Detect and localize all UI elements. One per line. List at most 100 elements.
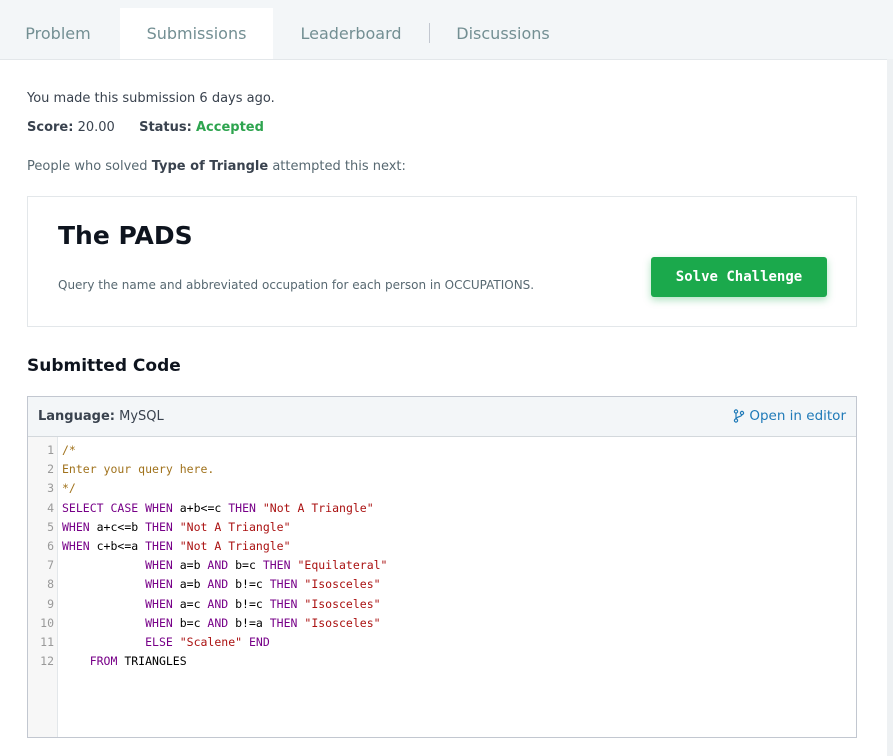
code-viewer: Language: MySQL Open in editor 123456789… — [27, 396, 857, 738]
code-line: Enter your query here. — [62, 460, 214, 479]
line-number: 7 — [47, 558, 54, 573]
code-line: WHEN a+c<=b THEN "Not A Triangle" — [62, 518, 291, 537]
code-token-keyword: WHEN — [145, 558, 173, 573]
line-number: 12 — [40, 654, 54, 669]
git-branch-icon — [734, 409, 745, 423]
next-attempt-text: People who solved Type of Triangle attem… — [27, 159, 406, 174]
code-token-string: "Not A Triangle" — [179, 539, 291, 553]
code-token-keyword: WHEN — [145, 615, 173, 630]
next-challenge-title[interactable]: The PADS — [58, 221, 193, 250]
code-line: */ — [62, 479, 76, 498]
code-token-string: "Isosceles" — [304, 596, 381, 611]
line-number: 1 — [47, 443, 54, 457]
code-token-keyword: FROM — [89, 654, 118, 669]
code-token-keyword: AND — [207, 577, 229, 592]
code-token-string: "Equilateral" — [297, 558, 388, 573]
code-token-plain: a+b<=c — [172, 500, 229, 515]
score-value: 20.00 — [77, 120, 115, 135]
line-number: 4 — [47, 500, 54, 515]
code-token-keyword: THEN — [269, 596, 298, 611]
code-token-string: "Not A Triangle" — [262, 500, 374, 515]
code-token-keyword: THEN — [145, 539, 173, 553]
tab-divider — [429, 23, 430, 43]
code-token-keyword: AND — [207, 615, 229, 630]
code-token-string: "Scalene" — [179, 635, 243, 649]
code-token-keyword: THEN — [228, 500, 256, 515]
code-token-plain: a+c<=b — [89, 519, 146, 534]
line-number: 6 — [47, 539, 54, 553]
code-token-keyword: SELECT — [62, 500, 104, 515]
solved-challenge-name[interactable]: Type of Triangle — [152, 159, 268, 174]
code-token-plain: c+b<=a — [89, 539, 146, 553]
code-token-plain: a=c — [172, 596, 208, 611]
next-attempt-suffix: attempted this next: — [268, 159, 406, 174]
solve-challenge-button[interactable]: Solve Challenge — [651, 257, 827, 297]
tab-submissions[interactable]: Submissions — [120, 8, 273, 59]
score-status-row: Score: 20.00 Status: Accepted — [27, 120, 264, 135]
code-token-keyword: WHEN — [62, 519, 90, 534]
tab-leaderboard[interactable]: Leaderboard — [283, 8, 419, 59]
language-value: MySQL — [119, 409, 164, 424]
code-line: WHEN a=b AND b=c THEN "Equilateral" — [62, 556, 387, 575]
code-token-keyword: THEN — [269, 577, 298, 592]
code-line: WHEN c+b<=a THEN "Not A Triangle" — [62, 537, 291, 556]
code-token-keyword: WHEN — [62, 539, 90, 553]
code-token-string: "Isosceles" — [304, 615, 381, 630]
code-token-string: "Not A Triangle" — [179, 519, 291, 534]
line-number: 10 — [40, 615, 54, 630]
submitted-code-title: Submitted Code — [27, 356, 181, 376]
next-attempt-prefix: People who solved — [27, 159, 152, 174]
code-content[interactable]: /* Enter your query here. */ SELECT CASE WH… — [58, 437, 856, 737]
line-number-gutter: 1 2 3 4 5 6 7 8 9 10 11 12 — [28, 437, 58, 737]
tab-bar: Problem Submissions Leaderboard Discussi… — [0, 0, 893, 59]
open-in-editor-link[interactable]: Open in editor — [733, 408, 846, 424]
code-token-comment: Enter your query here. — [62, 462, 215, 477]
line-number: 11 — [40, 635, 54, 649]
code-token-plain: TRIANGLES — [117, 654, 187, 669]
code-token-keyword: THEN — [269, 615, 298, 630]
status-value: Accepted — [195, 120, 264, 135]
line-number: 2 — [47, 462, 54, 477]
submission-time: You made this submission 6 days ago. — [27, 91, 275, 106]
code-header: Language: MySQL Open in editor — [28, 397, 856, 437]
tab-discussions[interactable]: Discussions — [440, 8, 566, 59]
code-line: SELECT CASE WHEN a+b<=c THEN "Not A Tria… — [62, 499, 374, 518]
line-number: 8 — [47, 577, 54, 592]
code-line: FROM TRIANGLES — [62, 652, 187, 671]
code-token-plain: b!=c — [228, 596, 270, 611]
code-line: WHEN b=c AND b!=a THEN "Isosceles" — [62, 614, 381, 633]
code-token-keyword: THEN — [262, 558, 291, 573]
code-token-keyword: WHEN — [145, 577, 173, 592]
language-info: Language: MySQL — [38, 409, 164, 424]
code-token-keyword: CASE — [110, 500, 139, 515]
panel-edge — [887, 59, 893, 756]
code-line: WHEN a=c AND b!=c THEN "Isosceles" — [62, 595, 381, 614]
score-label: Score: — [27, 120, 74, 135]
code-token-string: "Isosceles" — [304, 577, 381, 592]
code-line: WHEN a=b AND b!=c THEN "Isosceles" — [62, 575, 381, 594]
code-token-keyword: END — [248, 635, 270, 649]
tab-problem[interactable]: Problem — [0, 8, 116, 59]
next-challenge-description: Query the name and abbreviated occupatio… — [58, 278, 535, 292]
code-token-keyword: ELSE — [145, 635, 173, 649]
code-token-keyword: WHEN — [145, 596, 173, 611]
open-in-editor-label: Open in editor — [749, 408, 846, 424]
line-number: 9 — [47, 596, 54, 611]
code-token-plain: b=c — [228, 558, 263, 573]
code-token-plain: b=c — [172, 615, 208, 630]
code-token-keyword: THEN — [145, 519, 173, 534]
code-token-keyword: AND — [207, 558, 229, 573]
code-token-keyword: WHEN — [145, 500, 173, 515]
language-label: Language: — [38, 409, 115, 424]
status-label: Status: — [139, 120, 192, 135]
